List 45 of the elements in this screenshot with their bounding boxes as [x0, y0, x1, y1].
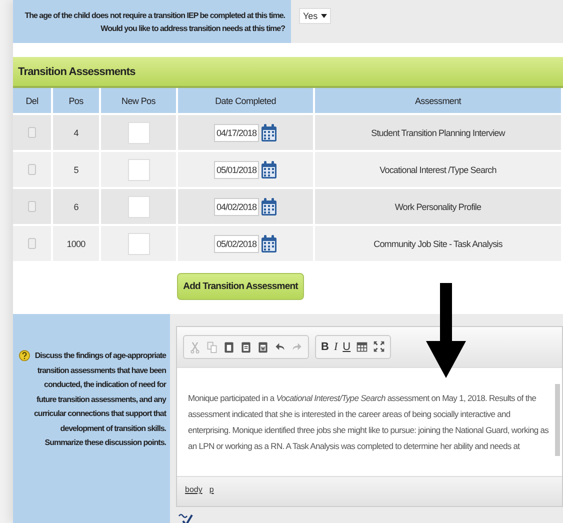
- table-cell: Student Transition Planning Interview: [371, 128, 505, 138]
- clipboard-icon[interactable]: [223, 340, 235, 354]
- italic-button[interactable]: I: [334, 341, 338, 353]
- table-cell: Work Personality Profile: [394, 202, 482, 212]
- caret-icon: [320, 14, 327, 18]
- column-header: Date Completed: [178, 88, 315, 115]
- table-cell: 4: [74, 128, 78, 138]
- column-header: Assessment: [315, 88, 563, 115]
- underline-button[interactable]: U: [342, 341, 351, 353]
- clipboard-icon[interactable]: [257, 340, 269, 354]
- position-field[interactable]: [128, 122, 150, 144]
- add-assessment-button[interactable]: Add Transition Assessment: [177, 273, 304, 300]
- column-header: New Pos: [101, 88, 178, 115]
- element-path-link[interactable]: body: [185, 485, 202, 494]
- prompt-text: Discuss the findings of age-appropriate transition assessments that have been conducted, the indication of need for future transition assessments, and any curricular connections that support that development of transition skills. Summarize these discussion points.: [32, 350, 166, 450]
- calendar-icon[interactable]: [260, 234, 277, 252]
- position-field[interactable]: [128, 232, 150, 254]
- answer-dropdown[interactable]: Yes: [299, 8, 331, 24]
- table-cell: 6: [74, 202, 78, 212]
- position-field[interactable]: [128, 196, 150, 218]
- date-field[interactable]: 05/02/2018: [214, 234, 259, 252]
- element-path-link[interactable]: p: [209, 485, 214, 494]
- column-header: Pos: [53, 88, 101, 115]
- spellcheck-icon[interactable]: [178, 512, 194, 523]
- section-header: Transition Assessments: [13, 57, 563, 88]
- table-cell: Community Job Site - Task Analysis: [374, 238, 502, 248]
- table-cell: 5: [74, 164, 78, 174]
- table-cell: 1000: [66, 238, 86, 248]
- bold-button[interactable]: B: [321, 341, 329, 353]
- help-icon[interactable]: [19, 350, 30, 364]
- table-icon[interactable]: [356, 340, 368, 354]
- date-field[interactable]: 05/01/2018: [214, 160, 259, 178]
- date-field[interactable]: 04/17/2018: [214, 124, 259, 142]
- column-header: Del: [13, 88, 53, 115]
- calendar-icon[interactable]: [260, 198, 277, 216]
- table-cell: Vocational Interest /Type Search: [380, 164, 496, 174]
- editor-text: Monique participated in a Vocational Interest/Type Search assessment on May 1, 2018. Results of the assessment indicated that she is interested in the career areas of being socially interactive and enterprising. Monique identified three jobs she might like to pursue: joining the National Guard, working as an LPN or working as a RN. A Task Analysis was completed to determine her ability and needs at: [187, 392, 550, 453]
- question-label: The age of the child does not require a transition IEP be completed at this time. Would you like to address transition needs at this time?: [13, 0, 291, 43]
- calendar-icon[interactable]: [260, 160, 277, 178]
- position-field[interactable]: [128, 158, 150, 180]
- scrollbar[interactable]: [555, 384, 560, 456]
- date-field[interactable]: 04/02/2018: [214, 198, 259, 216]
- maximize-icon[interactable]: [372, 340, 385, 354]
- calendar-icon[interactable]: [260, 124, 277, 142]
- clipboard-icon[interactable]: [240, 340, 252, 354]
